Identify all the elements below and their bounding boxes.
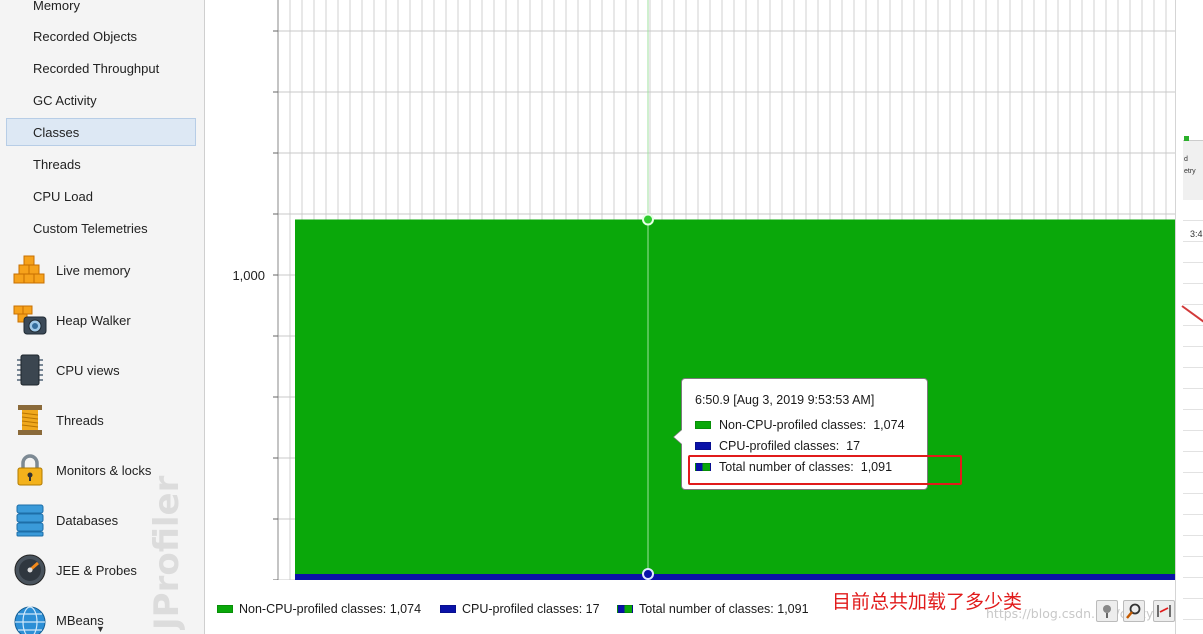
heap-walker-camera-icon <box>12 302 48 338</box>
sidebar-item-label: Threads <box>33 157 81 172</box>
sidebar-section-cpu-views[interactable]: CPU views <box>12 350 202 390</box>
tooltip-row-value: 17 <box>846 438 861 453</box>
scroll-down-arrow-icon[interactable]: ▼ <box>96 624 105 634</box>
watermark-text: JProfiler <box>148 475 187 630</box>
magnifier-icon <box>1126 603 1141 619</box>
sidebar-section-label: Databases <box>56 512 119 528</box>
fit-width-button[interactable] <box>1153 600 1175 622</box>
padlock-icon <box>12 452 48 488</box>
gauge-icon <box>12 552 48 588</box>
total-classes-point[interactable] <box>642 213 654 226</box>
background-line-icon <box>1181 136 1203 323</box>
sidebar-item-label: CPU Load <box>33 189 93 204</box>
live-memory-icon <box>12 252 48 288</box>
tooltip-row-label: CPU-profiled classes: <box>719 438 840 453</box>
legend-item: CPU-profiled classes: 17 <box>440 602 600 616</box>
fit-arrows-icon <box>1157 605 1171 617</box>
tooltip-timestamp: 6:50.9 [Aug 3, 2019 9:53:53 AM] <box>695 393 875 407</box>
cpu-chip-icon <box>12 352 48 388</box>
tooltip-row: CPU-profiled classes: 17 <box>695 435 915 456</box>
sidebar: Memory Recorded Objects Recorded Through… <box>0 0 205 634</box>
sidebar-section-label: JEE & Probes <box>56 562 137 578</box>
sidebar-item-label: GC Activity <box>33 93 97 108</box>
pin-icon <box>1103 605 1111 618</box>
reset-zoom-button[interactable] <box>1096 600 1118 622</box>
legend-item: Non-CPU-profiled classes: 1,074 <box>217 602 421 616</box>
zoom-button[interactable] <box>1123 600 1145 622</box>
database-icon <box>12 502 48 538</box>
annotation-highlight-box <box>688 455 962 485</box>
sidebar-section-label: Monitors & locks <box>56 462 152 478</box>
legend-swatch-blue <box>440 605 456 613</box>
sidebar-item-gc-activity[interactable]: GC Activity <box>6 86 196 114</box>
sidebar-item-threads[interactable]: Threads <box>6 150 196 178</box>
threads-spool-icon <box>12 402 48 438</box>
globe-icon <box>12 602 48 634</box>
legend-item-label: CPU-profiled classes: 17 <box>462 602 600 616</box>
chart-canvas: 1,000 <box>232 0 1175 580</box>
sidebar-item-recorded-throughput[interactable]: Recorded Throughput <box>6 54 196 82</box>
sidebar-section-live-memory[interactable]: Live memory <box>12 250 202 290</box>
sidebar-section-label: Heap Walker <box>56 312 131 328</box>
y-axis-ticks: 1,000 <box>232 30 278 580</box>
sidebar-item-cpu-load[interactable]: CPU Load <box>6 182 196 210</box>
sidebar-section-label: Threads <box>56 412 104 428</box>
sidebar-item-custom-telemetries[interactable]: Custom Telemetries <box>6 214 196 242</box>
jprofiler-watermark: JProfiler <box>148 475 187 630</box>
cpu-profiled-point[interactable] <box>642 568 654 580</box>
background-window-strip: d etry 3:4 <box>1175 0 1203 634</box>
legend-item-label: Total number of classes: 1,091 <box>639 602 809 616</box>
legend-swatch-green <box>217 605 233 613</box>
y-axis-tick-label: 1,000 <box>232 268 265 283</box>
legend-swatch-mixed <box>617 605 633 613</box>
sidebar-item-label: Recorded Throughput <box>33 61 160 76</box>
tooltip-row: Non-CPU-profiled classes: 1,074 <box>695 414 915 435</box>
sidebar-section-threads[interactable]: Threads <box>12 400 202 440</box>
classes-telemetry-chart: 1,000 <box>205 0 1175 580</box>
sidebar-item-classes[interactable]: Classes <box>6 118 196 146</box>
sidebar-item-memory[interactable]: Memory <box>6 0 196 19</box>
sidebar-section-label: CPU views <box>56 362 120 378</box>
sidebar-item-label: Custom Telemetries <box>33 221 148 236</box>
legend-swatch-green <box>695 420 711 429</box>
tooltip-row-value: 1,074 <box>873 417 905 432</box>
sidebar-item-label: Memory <box>33 0 80 13</box>
legend-item: Total number of classes: 1,091 <box>617 602 809 616</box>
sidebar-item-recorded-objects[interactable]: Recorded Objects <box>6 22 196 50</box>
tooltip-pointer <box>673 429 682 445</box>
sidebar-item-label: Classes <box>33 125 80 140</box>
sidebar-section-label: Live memory <box>56 262 131 278</box>
legend-item-label: Non-CPU-profiled classes: 1,074 <box>239 602 422 616</box>
legend-swatch-blue <box>695 441 711 450</box>
sidebar-item-label: Recorded Objects <box>33 29 138 44</box>
sidebar-section-heap-walker[interactable]: Heap Walker <box>12 300 202 340</box>
tooltip-row-label: Non-CPU-profiled classes: <box>719 417 867 432</box>
jprofiler-window: Memory Recorded Objects Recorded Through… <box>0 0 1203 634</box>
